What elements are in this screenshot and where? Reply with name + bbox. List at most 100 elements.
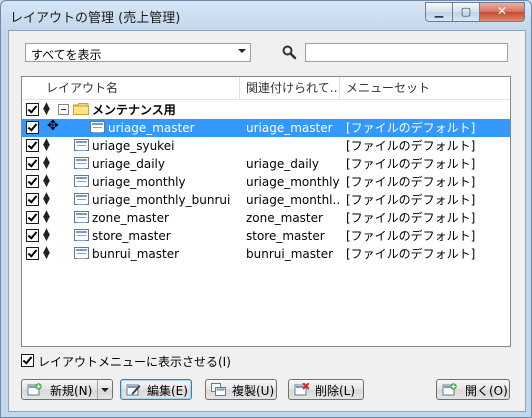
delete-button-label: 削除(L) xyxy=(315,384,356,398)
layout-row[interactable]: ▲ ▼ uriage_monthly uriage_monthly [ファイルのデフォル… xyxy=(22,173,510,191)
drag-handle-icon[interactable]: ▲ ▼ xyxy=(43,246,50,261)
layout-row[interactable]: ▲ ▼ uriage_syukei [ファイルのデフォルト] xyxy=(22,137,510,155)
layout-name: uriage_monthly_bunrui xyxy=(92,193,231,207)
layout-related-table: store_master xyxy=(246,229,325,243)
show-in-menu-label: レイアウトメニューに表示させる(I) xyxy=(38,355,231,369)
new-button-label: 新規(N) xyxy=(50,384,93,398)
duplicate-button-label: 複製(U) xyxy=(232,384,275,398)
maximize-button[interactable]: ▢ xyxy=(452,2,479,22)
close-button[interactable]: ✕ xyxy=(479,2,525,22)
layout-list[interactable]: レイアウト名 関連付けられて… メニューセット ▲ ▼ メンテナンス用 ✥ uria… xyxy=(21,76,511,347)
edit-layout-icon xyxy=(126,384,141,396)
layout-icon xyxy=(74,247,89,259)
column-header-layout-name[interactable]: レイアウト名 xyxy=(22,77,240,99)
layout-menu-set: [ファイルのデフォルト] xyxy=(346,121,476,135)
layout-menu-set: [ファイルのデフォルト] xyxy=(346,193,476,207)
layout-visible-checkbox[interactable] xyxy=(26,211,39,224)
new-dropdown-arrow[interactable] xyxy=(97,380,112,399)
duplicate-button[interactable]: 複製(U) xyxy=(205,379,277,400)
layout-visible-checkbox[interactable] xyxy=(26,193,39,206)
layout-icon xyxy=(74,175,89,187)
manage-layouts-window: レイアウトの管理 (売上管理) ▁ ▢ ✕ すべてを表示 レイアウト名 関連付け… xyxy=(0,0,532,418)
title-bar[interactable]: レイアウトの管理 (売上管理) ▁ ▢ ✕ xyxy=(1,1,531,31)
layout-related-table: uriage_monthl... xyxy=(246,193,340,207)
layout-menu-set: [ファイルのデフォルト] xyxy=(346,139,476,153)
maximize-icon: ▢ xyxy=(460,5,472,18)
delete-button[interactable]: 削除(L) xyxy=(288,379,364,400)
search-input[interactable] xyxy=(305,43,508,62)
layout-icon xyxy=(74,157,89,169)
drag-handle-icon[interactable]: ▲ ▼ xyxy=(43,192,50,207)
layout-icon xyxy=(74,193,89,205)
layout-related-table: uriage_master xyxy=(246,121,333,135)
layout-name: zone_master xyxy=(92,211,169,225)
folder-row[interactable]: ▲ ▼ メンテナンス用 xyxy=(22,101,510,119)
layout-visible-checkbox[interactable] xyxy=(26,247,39,260)
edit-button-label: 編集(E) xyxy=(147,384,188,398)
layout-filter-dropdown[interactable]: すべてを表示 xyxy=(25,43,251,62)
close-icon: ✕ xyxy=(496,4,508,18)
column-header-menu-set[interactable]: メニューセット xyxy=(340,77,510,99)
layout-visible-checkbox[interactable] xyxy=(26,139,39,152)
minimize-icon: ▁ xyxy=(434,5,444,18)
open-layout-icon xyxy=(442,383,457,396)
layout-row[interactable]: ▲ ▼ zone_master zone_master [ファイルのデフォルト] xyxy=(22,209,510,227)
layout-related-table: uriage_daily xyxy=(246,157,319,171)
collapse-icon[interactable] xyxy=(58,104,69,115)
drag-handle-icon[interactable]: ▲ ▼ xyxy=(43,138,50,153)
folder-checkbox[interactable] xyxy=(26,103,39,116)
layout-related-table: zone_master xyxy=(246,211,323,225)
layout-icon xyxy=(74,211,89,223)
window-title: レイアウトの管理 (売上管理) xyxy=(10,11,181,26)
duplicate-layout-icon xyxy=(211,383,226,396)
drag-handle-icon[interactable]: ▲ ▼ xyxy=(43,174,50,189)
layout-name: uriage_master xyxy=(108,121,195,135)
folder-label: メンテナンス用 xyxy=(92,103,176,117)
layout-filter-value: すべてを表示 xyxy=(31,48,102,62)
caption-buttons: ▁ ▢ ✕ xyxy=(425,2,525,22)
layout-menu-set: [ファイルのデフォルト] xyxy=(346,175,476,189)
drag-handle-icon[interactable]: ▲ ▼ xyxy=(43,228,50,243)
folder-icon xyxy=(73,103,89,115)
move-cursor-icon: ✥ xyxy=(47,118,59,134)
column-header-related-table[interactable]: 関連付けられて… xyxy=(240,77,340,99)
layout-name: uriage_syukei xyxy=(92,139,175,153)
layout-name: uriage_daily xyxy=(92,157,165,171)
new-button[interactable]: 新規(N) xyxy=(21,379,113,400)
minimize-button[interactable]: ▁ xyxy=(425,2,452,22)
layout-related-table: uriage_monthly xyxy=(246,175,340,189)
drag-handle-icon[interactable]: ▲ ▼ xyxy=(43,210,50,225)
edit-button[interactable]: 編集(E) xyxy=(120,379,192,400)
search-icon xyxy=(282,45,297,60)
layout-row[interactable]: ▲ ▼ store_master store_master [ファイルのデフォルト] xyxy=(22,227,510,245)
layout-row[interactable]: ▲ ▼ bunrui_master bunrui_master [ファイルのデフォルト] xyxy=(22,245,510,263)
layout-related-table xyxy=(246,138,340,154)
layout-menu-set: [ファイルのデフォルト] xyxy=(346,247,476,261)
layout-visible-checkbox[interactable] xyxy=(26,175,39,188)
layout-row[interactable]: ▲ ▼ uriage_monthly_bunrui uriage_monthl... [… xyxy=(22,191,510,209)
layout-row[interactable]: ▲ ▼ uriage_daily uriage_daily [ファイルのデフォルト] xyxy=(22,155,510,173)
list-header: レイアウト名 関連付けられて… メニューセット xyxy=(22,77,510,100)
layout-name: store_master xyxy=(92,229,171,243)
open-button[interactable]: 開く(O) xyxy=(436,379,510,400)
layout-menu-set: [ファイルのデフォルト] xyxy=(346,157,476,171)
drag-handle-icon[interactable]: ▲ ▼ xyxy=(43,102,50,117)
layout-icon xyxy=(74,229,89,241)
open-button-label: 開く(O) xyxy=(465,384,508,398)
layout-related-table: bunrui_master xyxy=(246,247,334,261)
layout-menu-set: [ファイルのデフォルト] xyxy=(346,211,476,225)
layout-visible-checkbox[interactable] xyxy=(26,229,39,242)
layout-menu-set: [ファイルのデフォルト] xyxy=(346,229,476,243)
layout-name: uriage_monthly xyxy=(92,175,186,189)
layout-visible-checkbox[interactable] xyxy=(26,121,39,134)
show-in-menu-checkbox[interactable] xyxy=(21,354,34,367)
layout-row[interactable]: ✥ uriage_master uriage_master [ファイルのデフォルト] xyxy=(22,118,510,137)
layout-icon xyxy=(90,121,105,133)
dialog-client-area: すべてを表示 レイアウト名 関連付けられて… メニューセット ▲ ▼ メンテナン… xyxy=(8,30,526,412)
drag-handle-icon[interactable]: ▲ ▼ xyxy=(43,156,50,171)
layout-visible-checkbox[interactable] xyxy=(26,157,39,170)
chevron-down-icon xyxy=(238,49,246,53)
layout-icon xyxy=(74,139,89,151)
delete-layout-icon xyxy=(294,383,309,396)
new-layout-icon xyxy=(27,383,42,396)
